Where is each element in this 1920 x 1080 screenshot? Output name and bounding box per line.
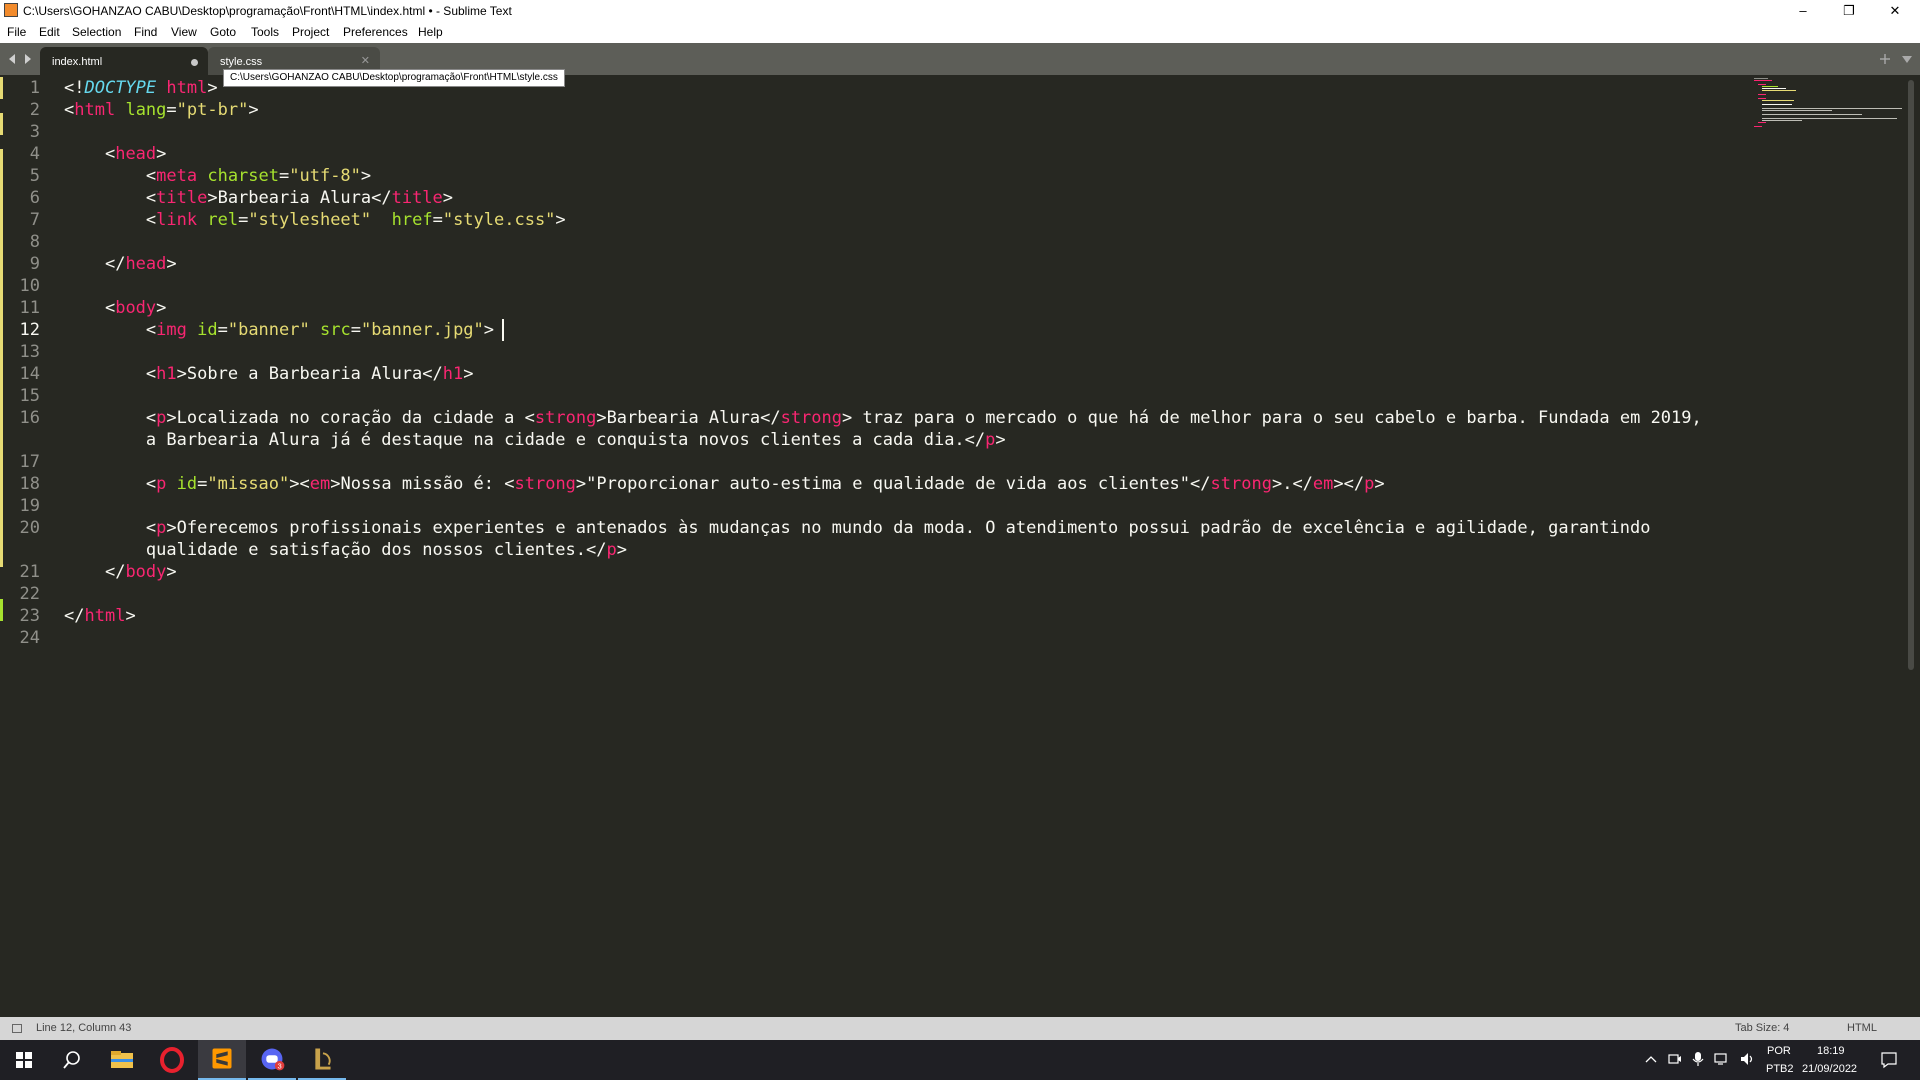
clock-date[interactable]: 21/09/2022 <box>1802 1063 1857 1075</box>
tab-label: index.html <box>52 56 103 68</box>
menu-selection[interactable]: Selection <box>72 25 121 39</box>
notifications-icon[interactable] <box>1880 1051 1898 1069</box>
windows-taskbar: 3 POR PTB2 18:19 21/09/2022 <box>0 1040 1920 1080</box>
tab-size-indicator[interactable]: Tab Size: 4 <box>1735 1022 1789 1034</box>
syntax-indicator[interactable]: HTML <box>1847 1022 1877 1034</box>
line-number: 1 <box>29 78 40 98</box>
line-number-active: 12 <box>19 320 40 340</box>
line-number: 7 <box>29 210 40 230</box>
sublime-app-icon <box>4 3 18 17</box>
windows-start-icon[interactable] <box>0 1040 48 1080</box>
line-number: 8 <box>29 232 40 252</box>
discord-badge-count: 3 <box>277 1062 281 1071</box>
line-number: 10 <box>19 276 40 296</box>
menu-tools[interactable]: Tools <box>251 25 279 39</box>
show-hidden-icons-chevron-icon[interactable] <box>1645 1054 1657 1064</box>
line-number: 22 <box>19 584 40 604</box>
search-icon[interactable] <box>48 1040 96 1080</box>
title-bar: C:\Users\GOHANZAO CABU\Desktop\programaç… <box>0 0 1920 22</box>
line-number: 2 <box>29 100 40 120</box>
line-number: 16 <box>19 408 40 428</box>
window-title: C:\Users\GOHANZAO CABU\Desktop\programaç… <box>23 4 512 18</box>
code-line-wrap: a Barbearia Alura já é destaque na cidad… <box>64 430 1006 450</box>
restore-button[interactable]: ❐ <box>1826 0 1872 22</box>
line-number: 21 <box>19 562 40 582</box>
line-number: 18 <box>19 474 40 494</box>
code-line: <body> <box>104 298 167 318</box>
line-number: 6 <box>29 188 40 208</box>
line-number: 23 <box>19 606 40 626</box>
menu-file[interactable]: File <box>7 25 26 39</box>
tab-index-html[interactable]: index.html <box>40 47 208 75</box>
menu-goto[interactable]: Goto <box>210 25 236 39</box>
menu-bar: File Edit Selection Find View Goto Tools… <box>0 22 1920 43</box>
tab-label: style.css <box>220 56 263 68</box>
menu-help[interactable]: Help <box>418 25 443 39</box>
league-client-icon[interactable] <box>298 1040 346 1080</box>
text-caret <box>502 319 504 341</box>
line-number: 14 <box>19 364 40 384</box>
code-line: </head> <box>104 254 177 274</box>
meet-now-icon[interactable] <box>1668 1052 1682 1066</box>
line-number: 24 <box>19 628 40 648</box>
opera-browser-icon[interactable] <box>148 1040 196 1080</box>
vertical-scrollbar[interactable] <box>1908 80 1914 670</box>
code-line: <p>Localizada no coração da cidade a <st… <box>145 408 1702 428</box>
code-line: <head> <box>104 144 167 164</box>
code-editor[interactable]: 1 2 3 4 5 6 7 8 9 10 11 12 13 14 15 16 1… <box>0 75 1920 1017</box>
line-number: 13 <box>19 342 40 362</box>
menu-project[interactable]: Project <box>292 25 329 39</box>
minimap[interactable] <box>1752 75 1912 135</box>
new-tab-and-overflow-icon[interactable] <box>1880 53 1914 65</box>
status-bar: Line 12, Column 43 Tab Size: 4 HTML <box>0 1017 1920 1040</box>
tab-path-tooltip: C:\Users\GOHANZAO CABU\Desktop\programaç… <box>223 69 565 87</box>
discord-icon[interactable]: 3 <box>248 1040 296 1080</box>
keyboard-layout[interactable]: PTB2 <box>1766 1063 1794 1075</box>
panel-toggle-icon[interactable] <box>12 1024 22 1033</box>
minimize-button[interactable]: – <box>1780 0 1826 22</box>
code-line: <link rel="stylesheet" href="style.css"> <box>145 210 566 230</box>
line-number: 20 <box>19 518 40 538</box>
input-language[interactable]: POR <box>1767 1045 1791 1057</box>
close-button[interactable]: ✕ <box>1872 0 1918 22</box>
network-icon[interactable] <box>1714 1052 1730 1066</box>
clock-time[interactable]: 18:19 <box>1817 1045 1845 1057</box>
code-line: <meta charset="utf-8"> <box>145 166 372 186</box>
file-explorer-icon[interactable] <box>98 1040 146 1080</box>
line-number: 5 <box>29 166 40 186</box>
sublime-text-icon[interactable] <box>198 1040 246 1080</box>
line-number: 17 <box>19 452 40 472</box>
line-number: 3 <box>29 122 40 142</box>
close-tab-icon[interactable]: ✕ <box>361 54 370 67</box>
code-line: <p id="missao"><em>Nossa missão é: <stro… <box>145 474 1385 494</box>
line-number: 19 <box>19 496 40 516</box>
line-number: 15 <box>19 386 40 406</box>
menu-find[interactable]: Find <box>134 25 157 39</box>
code-line: </html> <box>64 606 136 626</box>
menu-edit[interactable]: Edit <box>39 25 60 39</box>
code-line-active: <img id="banner" src="banner.jpg"> <box>145 320 495 340</box>
code-line: </body> <box>104 562 177 582</box>
menu-preferences[interactable]: Preferences <box>343 25 408 39</box>
tab-nav-arrows-icon[interactable] <box>9 53 33 65</box>
line-number: 4 <box>29 144 40 164</box>
line-number: 9 <box>29 254 40 274</box>
menu-view[interactable]: View <box>171 25 197 39</box>
code-line: <h1>Sobre a Barbearia Alura</h1> <box>145 364 474 384</box>
code-line-wrap: qualidade e satisfação dos nossos client… <box>64 540 627 560</box>
code-line: <p>Oferecemos profissionais experientes … <box>145 518 1651 538</box>
code-line: <html lang="pt-br"> <box>64 100 259 120</box>
unsaved-dot-icon[interactable] <box>191 59 198 66</box>
line-number: 11 <box>19 298 40 318</box>
code-line: <!DOCTYPE html> <box>64 78 218 98</box>
volume-icon[interactable] <box>1740 1052 1756 1066</box>
cursor-position: Line 12, Column 43 <box>36 1022 132 1034</box>
code-line: <title>Barbearia Alura</title> <box>145 188 454 208</box>
microphone-icon[interactable] <box>1692 1051 1704 1067</box>
